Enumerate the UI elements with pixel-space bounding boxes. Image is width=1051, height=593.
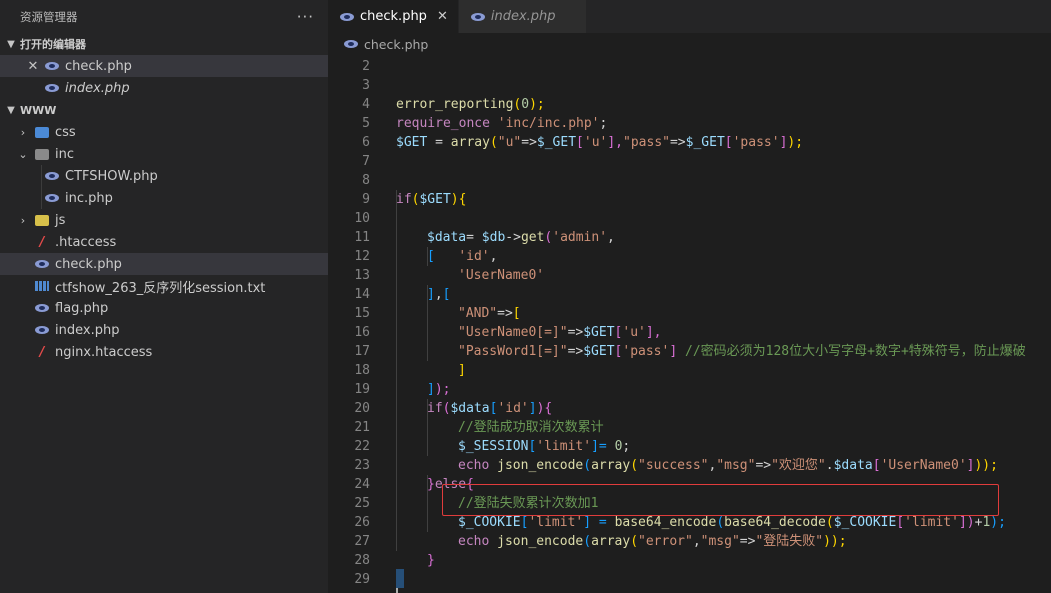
line-number: 4	[362, 97, 370, 112]
tree-item-label: flag.php	[55, 300, 109, 316]
tab-label: check.php	[360, 9, 427, 24]
php-file-icon	[44, 190, 60, 206]
tree-item-label: inc.php	[65, 190, 113, 206]
line-number: 26	[354, 515, 370, 530]
folder-inc[interactable]: ⌄ inc	[0, 143, 328, 165]
file-check-php[interactable]: check.php	[0, 253, 328, 275]
close-icon[interactable]: ✕	[437, 9, 448, 24]
breadcrumb[interactable]: check.php	[328, 33, 1051, 55]
close-icon[interactable]: ✕	[26, 59, 40, 74]
explorer-title: 资源管理器	[20, 9, 78, 24]
editor-group: check.php ✕ index.php check.php 2 3 erro…	[328, 0, 1051, 593]
line-number: 2	[362, 59, 370, 74]
text-cursor	[396, 569, 404, 588]
line-number: 6	[362, 135, 370, 150]
tree-item-label: check.php	[55, 256, 122, 272]
file-index-php[interactable]: index.php	[0, 319, 328, 341]
file-nginx-htaccess[interactable]: / nginx.htaccess	[0, 341, 328, 363]
tab-index-php[interactable]: index.php	[458, 0, 587, 33]
php-file-icon	[44, 168, 60, 184]
tree-item-label: ctfshow_263_反序列化session.txt	[55, 280, 266, 296]
open-editors-label: 打开的编辑器	[20, 38, 86, 51]
cursor-indicator	[396, 588, 398, 593]
js-folder-icon	[34, 212, 50, 228]
file-htaccess[interactable]: / .htaccess	[0, 231, 328, 253]
chevron-right-icon: ›	[20, 213, 26, 227]
open-editor-label: check.php	[65, 58, 132, 74]
line-number: 12	[354, 249, 370, 264]
text-file-icon	[34, 278, 50, 294]
tree-item-label: inc	[55, 146, 74, 162]
chevron-down-icon: ⌄	[18, 147, 28, 161]
line-number: 22	[354, 439, 370, 454]
tab-check-php[interactable]: check.php ✕	[328, 0, 459, 33]
chevron-down-icon: ▼	[7, 38, 15, 50]
line-number: 14	[354, 287, 370, 302]
line-number: 16	[354, 325, 370, 340]
line-number: 25	[354, 496, 370, 511]
line-number: 17	[354, 344, 370, 359]
php-file-icon	[34, 322, 50, 338]
file-ctfshow-php[interactable]: CTFSHOW.php	[0, 165, 328, 187]
tree-indent-guide	[41, 165, 42, 209]
tree-item-label: nginx.htaccess	[55, 344, 153, 360]
open-editor-label: index.php	[65, 80, 130, 96]
file-session-txt[interactable]: ctfshow_263_反序列化session.txt	[0, 275, 328, 297]
explorer-header: 资源管理器 ···	[0, 0, 328, 33]
line-number: 23	[354, 458, 370, 473]
workspace-label: WWW	[20, 103, 57, 117]
php-file-icon	[34, 300, 50, 316]
php-file-icon	[340, 12, 354, 21]
line-number: 11	[354, 230, 370, 245]
tree-item-label: js	[55, 212, 66, 228]
line-number: 29	[354, 572, 370, 587]
line-number: 15	[354, 306, 370, 321]
more-actions-icon[interactable]: ···	[297, 8, 314, 26]
php-file-icon	[44, 80, 60, 96]
explorer-sidebar: 资源管理器 ··· ▼ 打开的编辑器 ✕ check.php index.php…	[0, 0, 328, 593]
code-editor[interactable]: 2 3 error_reporting(0); 4 require_once '…	[328, 57, 1051, 593]
highlight-annotation-box	[442, 484, 999, 516]
chevron-down-icon: ▼	[7, 104, 15, 116]
line-number: 24	[354, 477, 370, 492]
line-number: 10	[354, 211, 370, 226]
file-inc-php[interactable]: inc.php	[0, 187, 328, 209]
php-file-icon	[44, 58, 60, 74]
open-editor-check-php[interactable]: ✕ check.php	[0, 55, 328, 77]
inc-folder-icon	[34, 146, 50, 162]
line-number: 7	[362, 154, 370, 169]
open-editors-section[interactable]: ▼ 打开的编辑器	[0, 33, 328, 55]
tab-label: index.php	[490, 9, 556, 24]
htaccess-file-icon: /	[39, 344, 45, 360]
line-number: 18	[354, 363, 370, 378]
css-folder-icon	[34, 124, 50, 140]
line-number: 5	[362, 116, 370, 131]
tree-item-label: index.php	[55, 322, 120, 338]
line-number: 28	[354, 553, 370, 568]
php-file-icon	[470, 12, 485, 21]
tree-item-label: CTFSHOW.php	[65, 168, 158, 184]
line-number: 19	[354, 382, 370, 397]
line-number: 21	[354, 420, 370, 435]
tree-item-label: .htaccess	[55, 234, 117, 250]
line-number: 20	[354, 401, 370, 416]
php-file-icon	[34, 256, 50, 272]
line-number: 3	[362, 78, 370, 93]
chevron-right-icon: ›	[20, 125, 26, 139]
folder-css[interactable]: › css	[0, 121, 328, 143]
folder-js[interactable]: › js	[0, 209, 328, 231]
tree-item-label: css	[55, 124, 76, 140]
workspace-section[interactable]: ▼ WWW	[0, 99, 328, 121]
line-number: 13	[354, 268, 370, 283]
php-file-icon	[344, 40, 358, 48]
line-number: 27	[354, 534, 370, 549]
line-number: 9	[362, 192, 370, 207]
open-editor-index-php[interactable]: index.php	[0, 77, 328, 99]
file-flag-php[interactable]: flag.php	[0, 297, 328, 319]
htaccess-file-icon: /	[39, 234, 45, 250]
breadcrumb-file: check.php	[364, 36, 429, 52]
line-number: 8	[362, 173, 370, 188]
tab-bar: check.php ✕ index.php	[328, 0, 1051, 33]
